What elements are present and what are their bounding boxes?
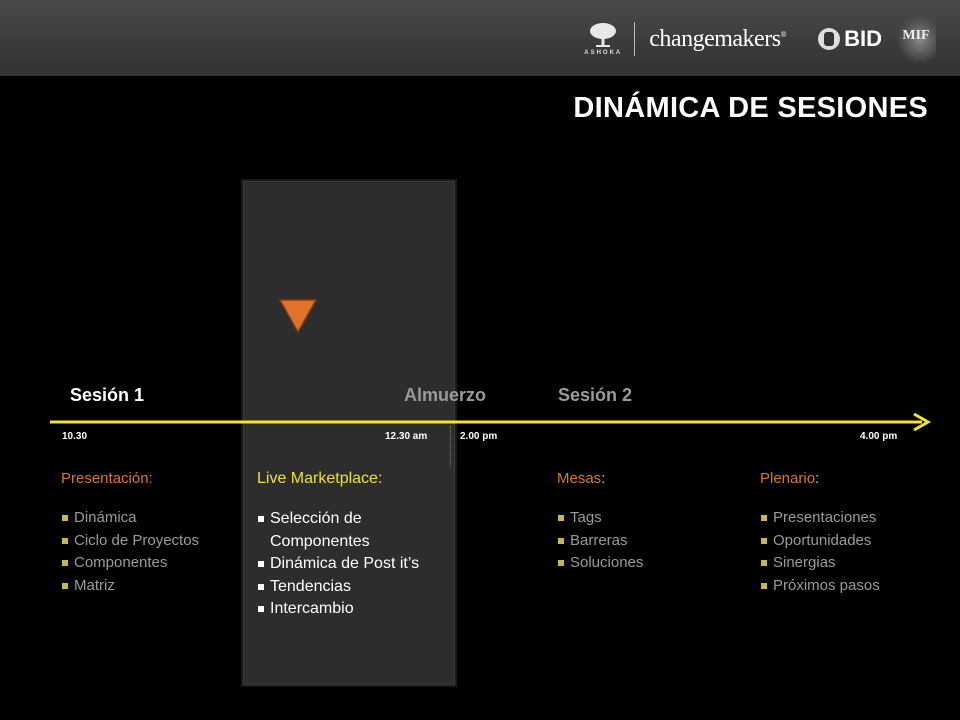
plenary-heading: Plenario: [760, 470, 820, 487]
list-item: Selección de Componentes [257, 508, 457, 553]
session1-label: Sesión 1 [70, 385, 145, 405]
lunch-divider-line [450, 426, 451, 466]
list-item: Barreras [557, 530, 643, 553]
time-lunch: 12.30 am [385, 431, 428, 442]
changemakers-logo: changemakers® [649, 25, 787, 52]
list-item: Dinámica de Post it’s [257, 553, 457, 576]
list-item: Componentes [61, 552, 199, 575]
presentation-heading: Presentación: [61, 470, 153, 487]
bid-seal-icon [818, 28, 841, 50]
time-end: 4.00 pm [860, 431, 898, 442]
list-item: Próximos pasos [760, 575, 880, 598]
marketplace-column: Live Marketplace: Selección de Component… [257, 470, 457, 621]
marketplace-list: Selección de Componentes Dinámica de Pos… [257, 508, 457, 621]
session2-label: Sesión 2 [558, 385, 633, 405]
time-start: 10.30 [62, 431, 88, 442]
list-item: Tendencias [257, 576, 457, 599]
tables-list: Tags Barreras Soluciones [557, 507, 643, 575]
down-triangle-marker-icon [278, 299, 318, 334]
ashoka-tree-icon [590, 23, 617, 47]
list-item: Dinámica [61, 507, 199, 530]
list-item: Soluciones [557, 552, 643, 575]
logo-strip: ASHOKA changemakers® BID MIF [584, 14, 936, 64]
page-title: DINÁMICA DE SESIONES [573, 92, 928, 124]
timeline-arrow [50, 412, 932, 432]
lunch-label: Almuerzo [404, 385, 487, 405]
tables-column: Mesas: Tags Barreras Soluciones [557, 470, 643, 575]
bid-logo: BID [818, 26, 882, 52]
ashoka-wordmark: ASHOKA [584, 50, 623, 56]
time-afternoon: 2.00 pm [460, 431, 498, 442]
bid-wordmark: BID [844, 26, 882, 51]
ashoka-logo: ASHOKA [584, 22, 623, 56]
tables-heading: Mesas: [557, 470, 606, 487]
changemakers-wordmark: changemakers [649, 25, 781, 52]
marketplace-heading: Live Marketplace: [257, 470, 383, 487]
presentation-list: Dinámica Ciclo de Proyectos Componentes … [61, 507, 199, 597]
presentation-column: Presentación: Dinámica Ciclo de Proyecto… [61, 470, 199, 597]
list-item: Ciclo de Proyectos [61, 530, 199, 553]
list-item: Intercambio [257, 598, 457, 621]
list-item: Oportunidades [760, 530, 880, 553]
list-item: Matriz [61, 575, 199, 598]
plenary-column: Plenario: Presentaciones Oportunidades S… [760, 470, 880, 597]
logo-divider [634, 22, 636, 56]
list-item: Tags [557, 507, 643, 530]
list-item: Presentaciones [760, 507, 880, 530]
list-item: Sinergias [760, 552, 880, 575]
mif-logo: MIF [896, 14, 936, 64]
plenary-list: Presentaciones Oportunidades Sinergias P… [760, 507, 880, 597]
mif-wordmark: MIF [902, 28, 930, 43]
header-bar: ASHOKA changemakers® BID MIF [0, 0, 960, 76]
